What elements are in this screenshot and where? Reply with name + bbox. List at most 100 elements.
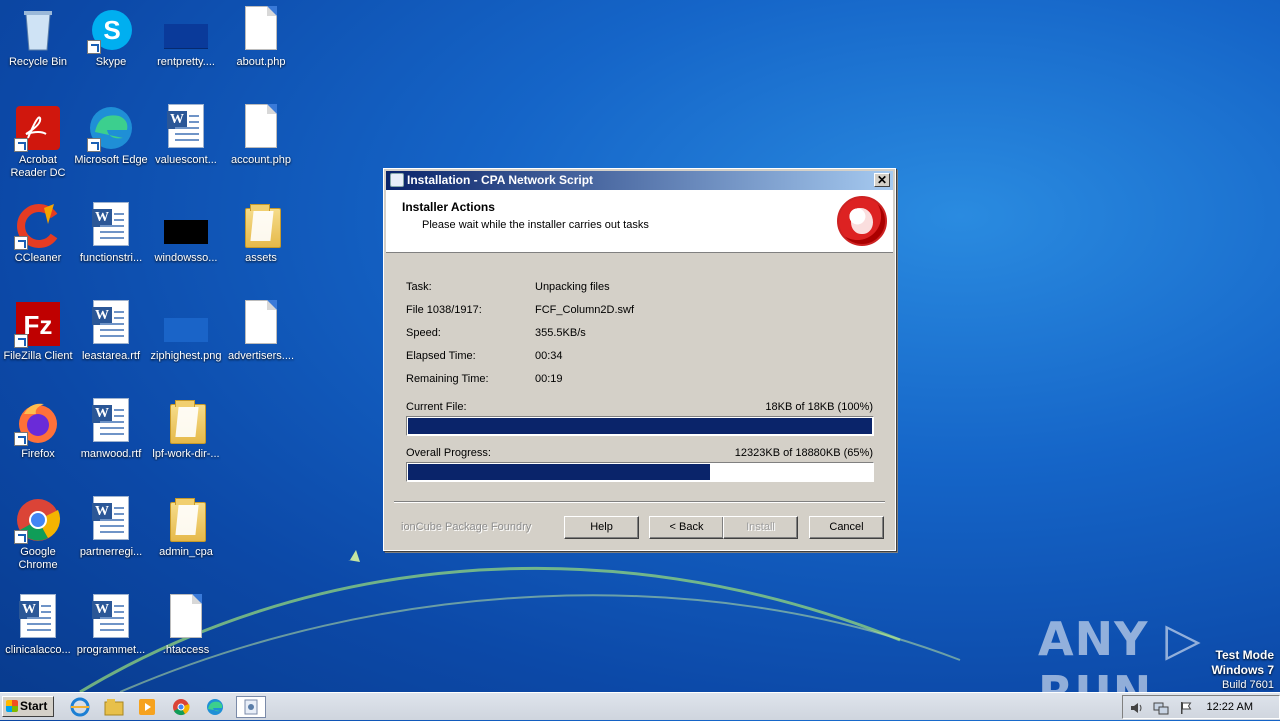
build-label: Build 7601 bbox=[1222, 679, 1274, 691]
header-subtitle: Please wait while the installer carries … bbox=[422, 219, 649, 231]
ioncube-brand-label: ionCube Package Foundry bbox=[401, 521, 532, 533]
document-icon bbox=[237, 300, 285, 348]
overall-progress-fill bbox=[408, 464, 710, 480]
elapsed-value: 00:34 bbox=[535, 350, 563, 362]
desktop-icon-htaccess[interactable]: .htaccess bbox=[148, 590, 224, 657]
word-document-icon: W bbox=[87, 496, 135, 544]
desktop-icon-assets[interactable]: assets bbox=[223, 198, 299, 265]
word-document-icon: W bbox=[87, 300, 135, 348]
desktop-icon-skype[interactable]: S Skype bbox=[73, 2, 149, 69]
word-document-icon: W bbox=[87, 202, 135, 250]
current-file-label: Current File: bbox=[406, 401, 467, 413]
image-file-icon bbox=[162, 300, 210, 348]
clock[interactable]: 12:22 AM bbox=[1207, 701, 1253, 713]
task-value: Unpacking files bbox=[535, 281, 610, 293]
test-mode-watermark: Test Mode Windows 7 Build 7601 bbox=[1211, 648, 1274, 692]
edge-icon bbox=[87, 104, 135, 152]
file-value: FCF_Column2D.swf bbox=[535, 304, 635, 316]
taskbar-ie-icon[interactable] bbox=[68, 696, 92, 718]
desktop-icon-partnerregi[interactable]: W partnerregi... bbox=[73, 492, 149, 559]
recycle-bin-icon bbox=[14, 6, 62, 54]
firefox-icon bbox=[14, 398, 62, 446]
document-icon bbox=[237, 104, 285, 152]
windows-logo-icon bbox=[6, 700, 18, 712]
filezilla-icon: Fz bbox=[14, 300, 62, 348]
taskbar-explorer-icon[interactable] bbox=[102, 696, 126, 718]
svg-text:S: S bbox=[103, 15, 120, 45]
desktop-icon-chrome[interactable]: Google Chrome bbox=[0, 492, 76, 572]
network-icon[interactable] bbox=[1153, 701, 1169, 715]
desktop-icon-acrobat[interactable]: Acrobat Reader DC bbox=[0, 100, 76, 180]
overall-progress-bar bbox=[406, 462, 874, 482]
taskbar-chrome-icon[interactable] bbox=[169, 696, 193, 718]
system-tray: 12:22 AM bbox=[1122, 695, 1280, 719]
folder-icon bbox=[237, 202, 285, 250]
close-button[interactable]: ✕ bbox=[874, 173, 890, 187]
elapsed-label: Elapsed Time: bbox=[406, 350, 476, 362]
current-file-status: 18KB of 18KB (100%) bbox=[765, 401, 873, 413]
file-icon bbox=[162, 6, 210, 54]
cancel-button[interactable]: Cancel bbox=[809, 516, 884, 539]
desktop-icon-valuescont[interactable]: W valuescont... bbox=[148, 100, 224, 167]
desktop-icon-recycle-bin[interactable]: Recycle Bin bbox=[0, 2, 76, 69]
file-icon bbox=[162, 202, 210, 250]
overall-progress-status: 12323KB of 18880KB (65%) bbox=[734, 447, 873, 459]
word-document-icon: W bbox=[87, 398, 135, 446]
remaining-value: 00:19 bbox=[535, 373, 563, 385]
start-button[interactable]: Start bbox=[2, 696, 54, 717]
current-file-progress-bar bbox=[406, 416, 874, 436]
button-divider bbox=[394, 501, 885, 503]
document-icon bbox=[237, 6, 285, 54]
title-bar[interactable]: Installation - CPA Network Script ✕ bbox=[386, 171, 893, 190]
word-document-icon: W bbox=[87, 594, 135, 642]
taskbar: Start 12:22 AM bbox=[0, 692, 1280, 720]
desktop-icon-manwood[interactable]: W manwood.rtf bbox=[73, 394, 149, 461]
installer-window[interactable]: Installation - CPA Network Script ✕ Inst… bbox=[383, 168, 896, 551]
desktop-icon-windowsso[interactable]: windowsso... bbox=[148, 198, 224, 265]
speed-label: Speed: bbox=[406, 327, 441, 339]
desktop-icon-account-php[interactable]: account.php bbox=[223, 100, 299, 167]
ccleaner-icon bbox=[14, 202, 62, 250]
header-title: Installer Actions bbox=[402, 200, 495, 214]
desktop-icon-filezilla[interactable]: Fz FileZilla Client bbox=[0, 296, 76, 363]
folder-icon bbox=[162, 398, 210, 446]
desktop-icon-functionstri[interactable]: W functionstri... bbox=[73, 198, 149, 265]
file-label: File 1038/1917: bbox=[406, 304, 482, 316]
wizard-header: Installer Actions Please wait while the … bbox=[386, 190, 893, 253]
taskbar-edge-icon[interactable] bbox=[203, 696, 227, 718]
test-mode-label: Test Mode bbox=[1215, 648, 1274, 662]
desktop-icon-advertisers[interactable]: advertisers.... bbox=[223, 296, 299, 363]
desktop-icon-ccleaner[interactable]: CCleaner bbox=[0, 198, 76, 265]
task-label: Task: bbox=[406, 281, 432, 293]
taskbar-installer-icon[interactable] bbox=[236, 696, 266, 718]
desktop-icon-rentpretty[interactable]: rentpretty.... bbox=[148, 2, 224, 69]
desktop-icon-lpf-work-dir[interactable]: lpf-work-dir-... bbox=[148, 394, 224, 461]
desktop-icon-ziphighest[interactable]: ziphighest.png bbox=[148, 296, 224, 363]
desktop-icon-programmet[interactable]: W programmet... bbox=[73, 590, 149, 657]
help-button[interactable]: Help bbox=[564, 516, 639, 539]
taskbar-media-player-icon[interactable] bbox=[135, 696, 159, 718]
window-title: Installation - CPA Network Script bbox=[407, 173, 594, 187]
speed-value: 355.5KB/s bbox=[535, 327, 586, 339]
desktop-icon-admin-cpa[interactable]: admin_cpa bbox=[148, 492, 224, 559]
start-label: Start bbox=[20, 699, 48, 713]
desktop-icon-firefox[interactable]: Firefox bbox=[0, 394, 76, 461]
desktop-icon-edge[interactable]: Microsoft Edge bbox=[73, 100, 149, 167]
desktop-icon-leastarea[interactable]: W leastarea.rtf bbox=[73, 296, 149, 363]
desktop-icon-clinicalacco[interactable]: W clinicalacco... bbox=[0, 590, 76, 657]
desktop-icon-about-php[interactable]: about.php bbox=[223, 2, 299, 69]
action-center-flag-icon[interactable] bbox=[1179, 701, 1193, 715]
remaining-label: Remaining Time: bbox=[406, 373, 489, 385]
cpa-network-logo-icon bbox=[837, 196, 887, 246]
chrome-icon bbox=[14, 496, 62, 544]
document-icon bbox=[162, 594, 210, 642]
acrobat-icon bbox=[14, 104, 62, 152]
folder-icon bbox=[162, 496, 210, 544]
current-file-progress-fill bbox=[408, 418, 872, 434]
install-button[interactable]: Install bbox=[723, 516, 798, 539]
skype-icon: S bbox=[87, 6, 135, 54]
back-button[interactable]: < Back bbox=[649, 516, 724, 539]
installer-app-icon bbox=[390, 173, 404, 187]
overall-progress-label: Overall Progress: bbox=[406, 447, 491, 459]
speaker-icon[interactable] bbox=[1129, 701, 1143, 715]
